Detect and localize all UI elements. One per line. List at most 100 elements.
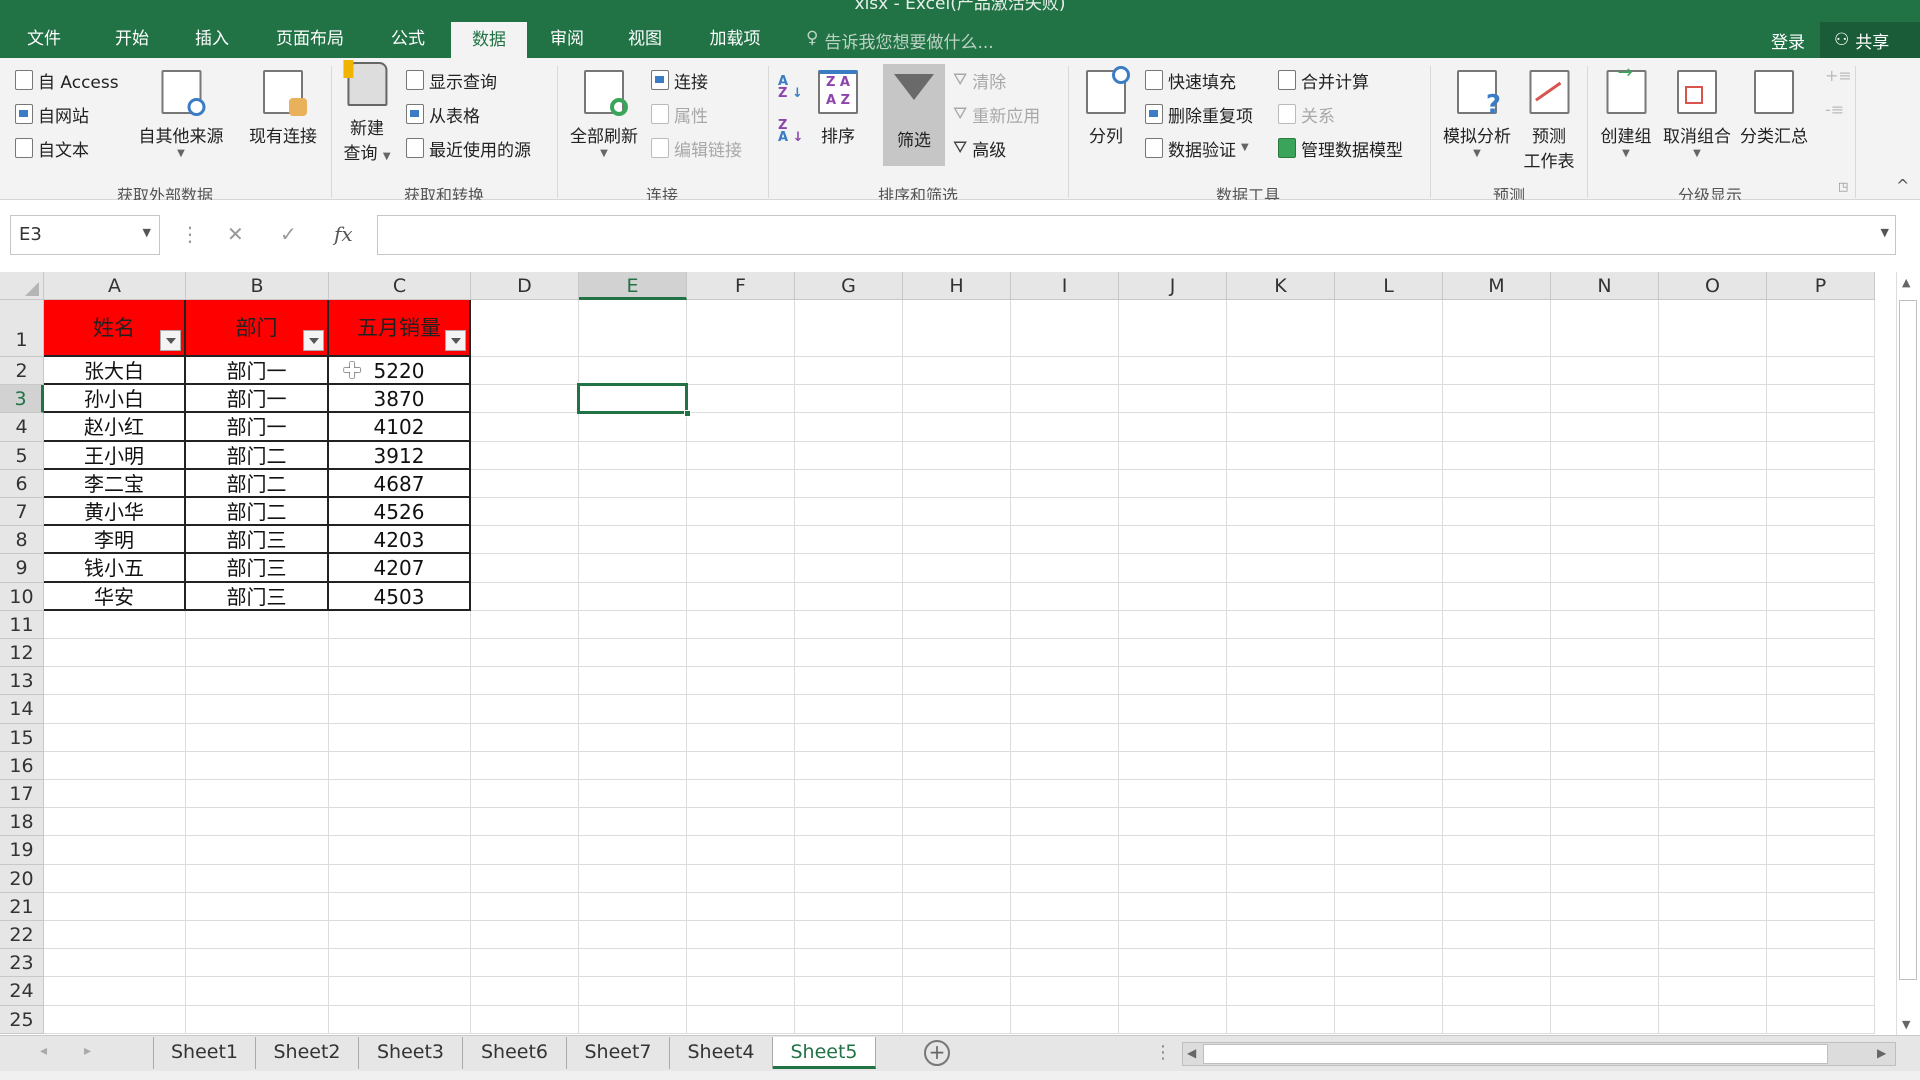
cell[interactable]: [579, 949, 687, 978]
cell[interactable]: [471, 949, 579, 978]
cell[interactable]: [1551, 836, 1659, 865]
table-cell[interactable]: 黄小华: [44, 498, 186, 527]
cell[interactable]: [903, 751, 1011, 780]
cell[interactable]: [1443, 526, 1551, 555]
cell[interactable]: [1119, 554, 1227, 583]
cell[interactable]: [1659, 385, 1767, 414]
cell[interactable]: [1767, 949, 1875, 978]
cell[interactable]: [186, 610, 329, 639]
cell[interactable]: [687, 892, 795, 921]
cell[interactable]: [1659, 582, 1767, 611]
cell[interactable]: [471, 582, 579, 611]
cell[interactable]: [579, 836, 687, 865]
cell[interactable]: [1227, 639, 1335, 668]
cell[interactable]: [1443, 667, 1551, 696]
row-header-21[interactable]: 21: [0, 892, 44, 921]
sort-a-to-z-button[interactable]: AZ ↓: [778, 75, 803, 100]
cell[interactable]: [1551, 751, 1659, 780]
clear-filter-button[interactable]: ⛛ 清除: [953, 68, 1006, 93]
cell[interactable]: [903, 526, 1011, 555]
cell[interactable]: [1767, 836, 1875, 865]
cell[interactable]: [795, 498, 903, 527]
cell[interactable]: [1227, 836, 1335, 865]
cell[interactable]: [186, 892, 329, 921]
row-header-7[interactable]: 7: [0, 498, 44, 527]
table-cell[interactable]: 4526: [329, 498, 471, 527]
cell[interactable]: [186, 949, 329, 978]
cell[interactable]: [1443, 949, 1551, 978]
cell[interactable]: [1011, 469, 1119, 498]
row-header-16[interactable]: 16: [0, 751, 44, 780]
cell[interactable]: [1443, 1005, 1551, 1034]
cell[interactable]: [329, 892, 471, 921]
cell[interactable]: [1227, 921, 1335, 950]
row-header-18[interactable]: 18: [0, 808, 44, 837]
cell[interactable]: [579, 977, 687, 1006]
cell[interactable]: [1659, 667, 1767, 696]
cell[interactable]: [1227, 385, 1335, 414]
scroll-left-icon[interactable]: ◀: [1187, 1046, 1196, 1060]
cell[interactable]: [1443, 751, 1551, 780]
table-cell[interactable]: 4207: [329, 554, 471, 583]
cell[interactable]: [1551, 385, 1659, 414]
spreadsheet-grid[interactable]: A B C D E F G H I J K L M N O P 1 姓名 部门 五月销量 2 张大白 部门一 5220 3 孙小白…: [0, 272, 1896, 1035]
cell[interactable]: [903, 639, 1011, 668]
cell[interactable]: [687, 639, 795, 668]
cell[interactable]: [1551, 441, 1659, 470]
cell[interactable]: [1443, 723, 1551, 752]
table-cell[interactable]: 4203: [329, 526, 471, 555]
tab-view[interactable]: 视图: [614, 26, 676, 58]
table-cell[interactable]: 李明: [44, 526, 186, 555]
cell[interactable]: [186, 639, 329, 668]
cell[interactable]: [1227, 300, 1335, 357]
cell[interactable]: [1443, 695, 1551, 724]
cell[interactable]: [579, 1005, 687, 1034]
cell[interactable]: [687, 300, 795, 357]
cell[interactable]: [1335, 554, 1443, 583]
cell[interactable]: [687, 582, 795, 611]
cell[interactable]: [1011, 385, 1119, 414]
cell[interactable]: [1227, 413, 1335, 442]
tab-insert[interactable]: 插入: [181, 26, 243, 58]
cell[interactable]: [471, 413, 579, 442]
formula-input[interactable]: ▼: [377, 215, 1896, 255]
table-cell[interactable]: 钱小五: [44, 554, 186, 583]
cell[interactable]: [44, 639, 186, 668]
cell[interactable]: [903, 667, 1011, 696]
table-cell[interactable]: 孙小白: [44, 385, 186, 414]
cell[interactable]: [903, 808, 1011, 837]
cell[interactable]: [471, 808, 579, 837]
cell[interactable]: [687, 526, 795, 555]
cell[interactable]: [1659, 751, 1767, 780]
filter-button[interactable]: 筛选: [894, 70, 934, 151]
row-header-6[interactable]: 6: [0, 469, 44, 498]
cell[interactable]: [471, 469, 579, 498]
table-header-cell[interactable]: 部门: [186, 300, 329, 357]
row-header-22[interactable]: 22: [0, 921, 44, 950]
sheet-tab-sheet1[interactable]: Sheet1: [153, 1037, 256, 1069]
login-button[interactable]: 登录: [1771, 28, 1805, 53]
cell[interactable]: [1659, 977, 1767, 1006]
cell[interactable]: [1767, 357, 1875, 386]
cell[interactable]: [186, 808, 329, 837]
expand-formula-icon[interactable]: ▼: [1881, 226, 1889, 239]
cell[interactable]: [1551, 864, 1659, 893]
cell[interactable]: [1011, 610, 1119, 639]
from-text-button[interactable]: 自文本: [15, 136, 89, 161]
cell[interactable]: [1551, 1005, 1659, 1034]
row-header-2[interactable]: 2: [0, 357, 44, 386]
cell[interactable]: [44, 751, 186, 780]
row-header-17[interactable]: 17: [0, 780, 44, 809]
existing-connections-button[interactable]: 现有连接: [249, 70, 317, 147]
sheet-tab-sheet3[interactable]: Sheet3: [359, 1037, 463, 1069]
cell[interactable]: [1227, 610, 1335, 639]
cell[interactable]: [1443, 977, 1551, 1006]
cell[interactable]: [1443, 469, 1551, 498]
cell[interactable]: [1011, 808, 1119, 837]
cell[interactable]: [1443, 921, 1551, 950]
row-header-5[interactable]: 5: [0, 441, 44, 470]
cell[interactable]: [1335, 413, 1443, 442]
cell[interactable]: [186, 1005, 329, 1034]
cell[interactable]: [1551, 921, 1659, 950]
cell[interactable]: [903, 1005, 1011, 1034]
